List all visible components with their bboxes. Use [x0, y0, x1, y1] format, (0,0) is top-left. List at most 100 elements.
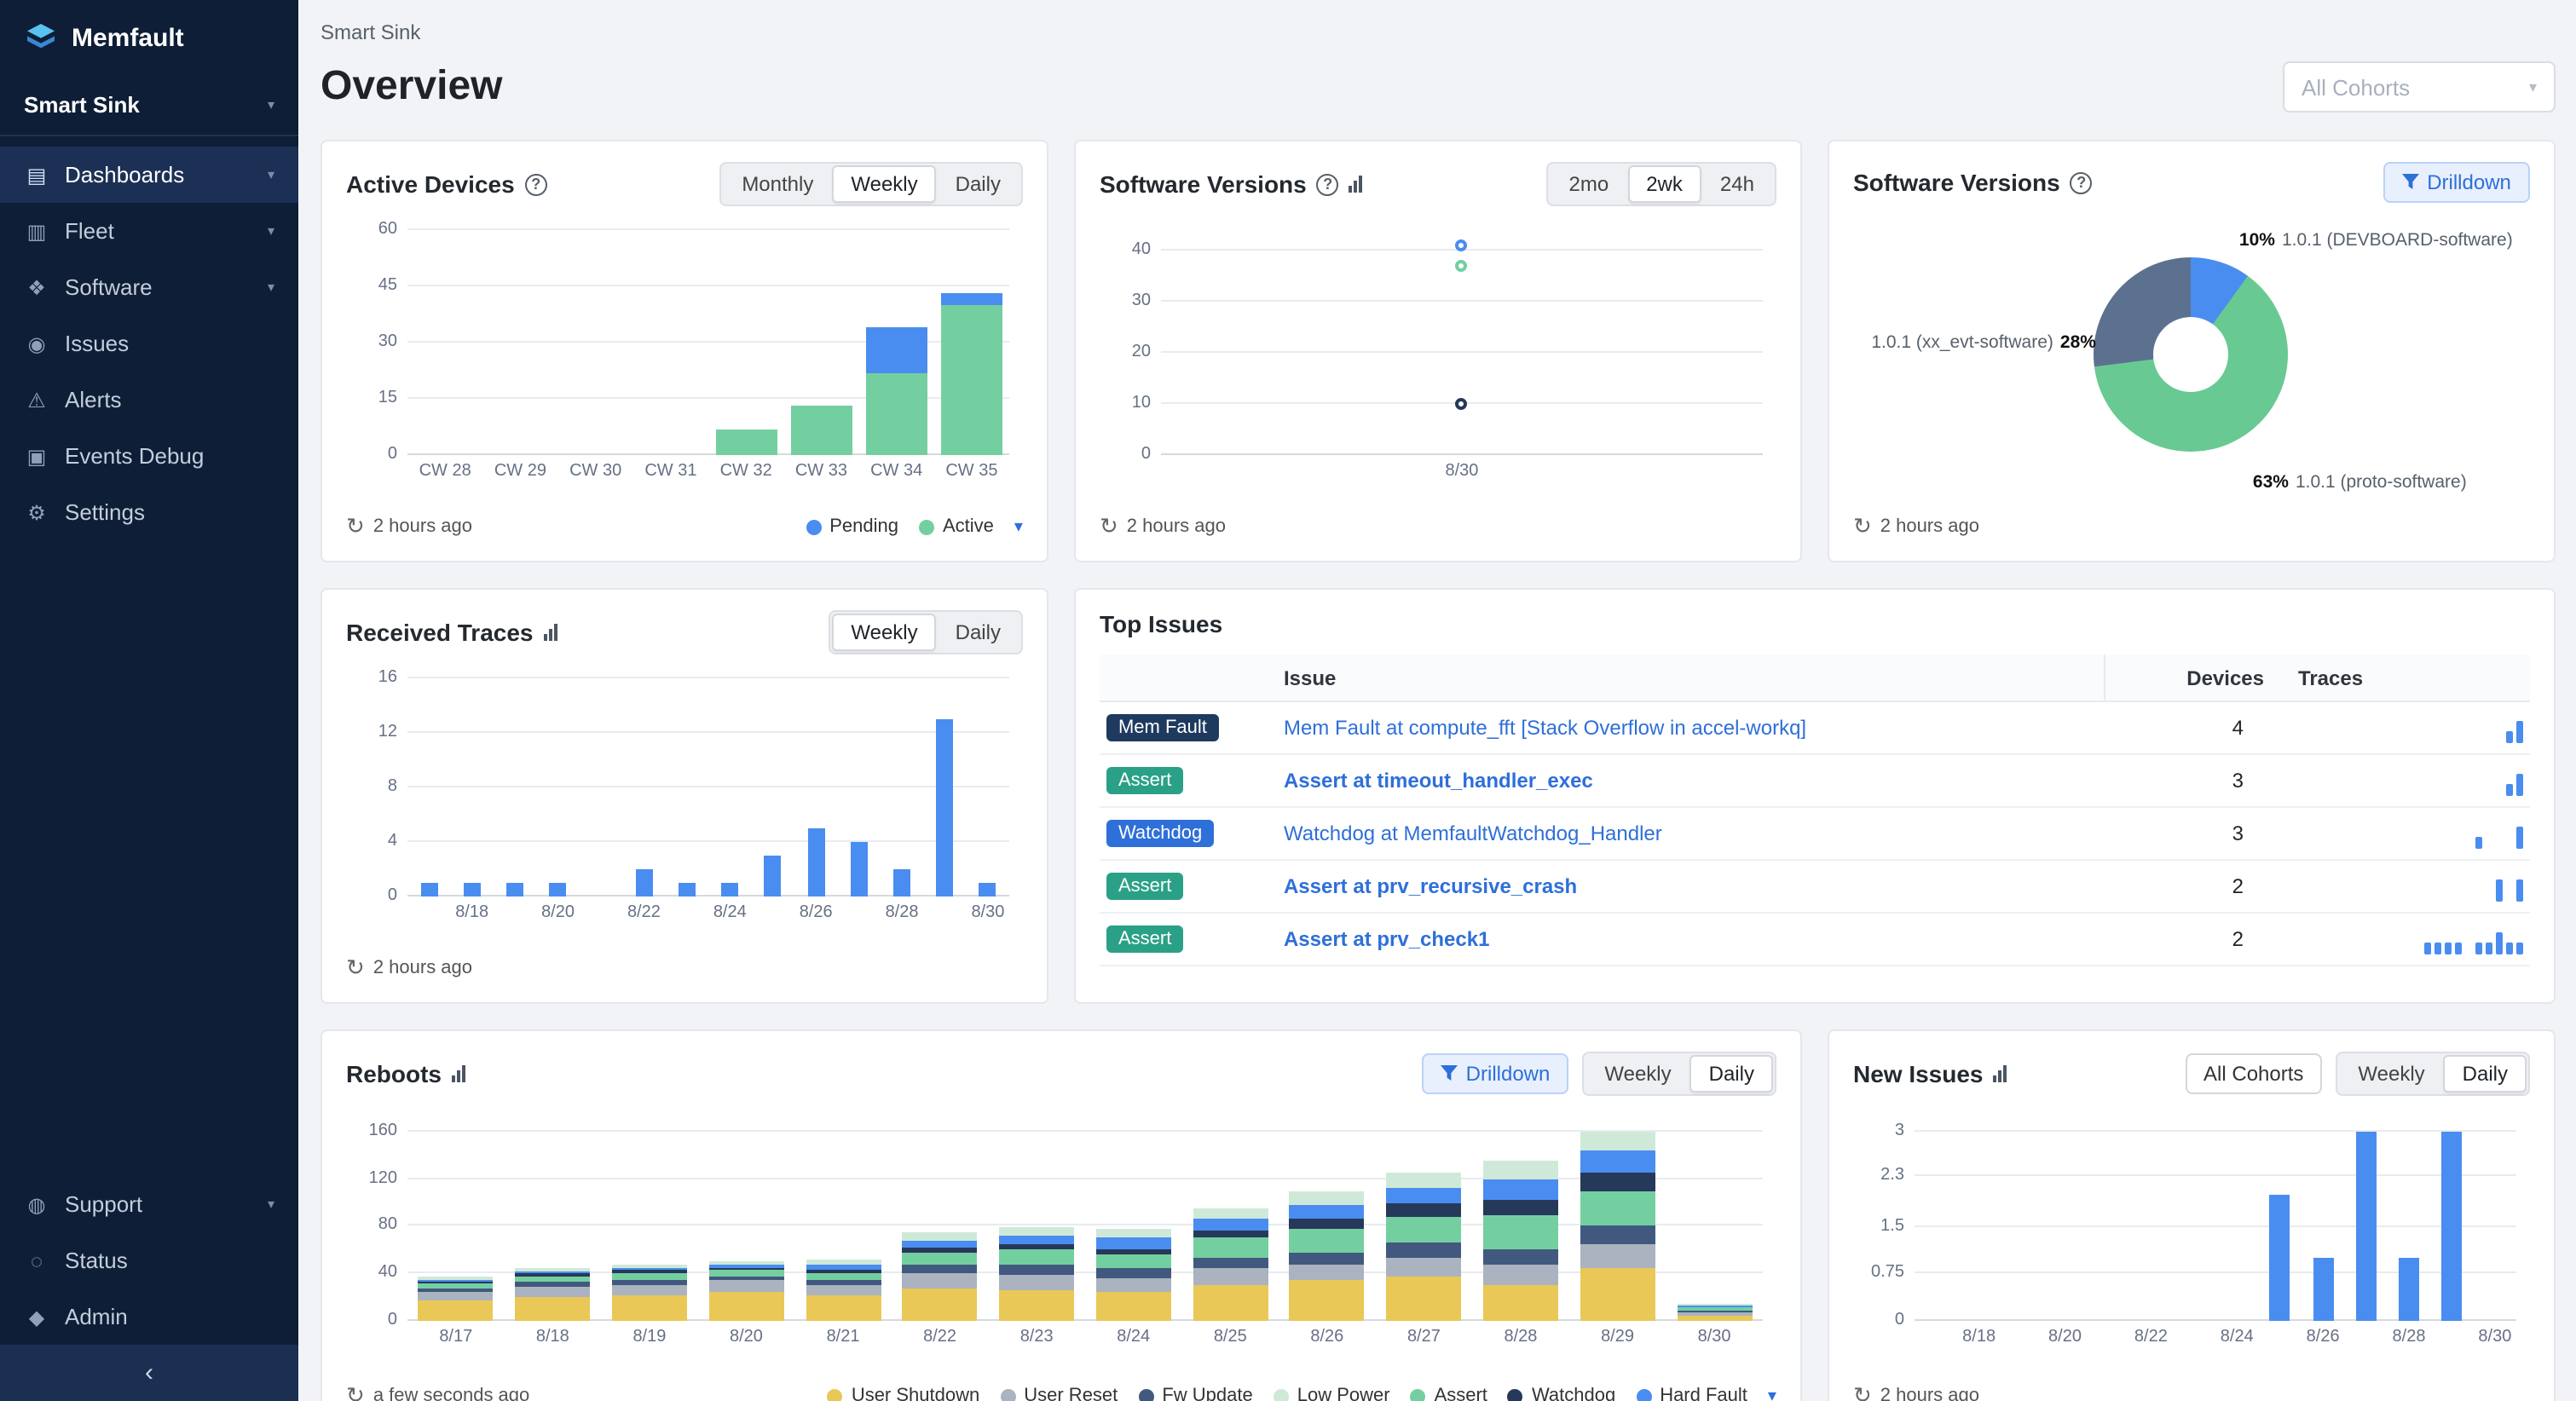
sidebar-item-status[interactable]: ◌Status	[0, 1232, 298, 1289]
top-issues-table-header: Issue Devices Traces	[1100, 654, 2530, 702]
issue-link[interactable]: Assert at timeout_handler_exec	[1284, 769, 1593, 793]
y-tick-label: 0	[1853, 1311, 1904, 1329]
reboots-chart[interactable]: 040801201608/178/188/198/208/218/228/238…	[407, 1120, 1763, 1346]
toggle-monthly[interactable]: Monthly	[723, 165, 832, 203]
refresh-icon[interactable]: ↻	[1853, 513, 1872, 540]
toggle-daily[interactable]: Daily	[2444, 1055, 2527, 1093]
issue-link[interactable]: Assert at prv_recursive_crash	[1284, 874, 1577, 898]
refresh-icon[interactable]: ↻	[346, 954, 365, 982]
breadcrumb[interactable]: Smart Sink	[321, 20, 2556, 44]
bar-column	[837, 678, 880, 897]
project-selector[interactable]: Smart Sink ▾	[0, 75, 298, 136]
x-tick-label	[752, 903, 794, 922]
issue-row[interactable]: AssertAssert at prv_recursive_crash2	[1100, 861, 2530, 914]
all-cohorts-button[interactable]: All Cohorts	[2185, 1053, 2322, 1094]
support-icon: ◍	[24, 1192, 49, 1216]
toggle-2wk[interactable]: 2wk	[1627, 165, 1701, 203]
help-icon[interactable]: ?	[1317, 173, 1339, 195]
software-versions-donut-area[interactable]: 10%1.0.1 (DEVBOARD-software)63%1.0.1 (pr…	[1853, 220, 2530, 510]
x-tick-label: 8/30	[1666, 1328, 1763, 1346]
refresh-icon[interactable]: ↻	[1853, 1382, 1872, 1401]
bar-column	[407, 678, 450, 897]
legend-item: Watchdog	[1508, 1386, 1615, 1401]
cohorts-select[interactable]: All Cohorts ▾	[2283, 61, 2556, 112]
received_traces-plot[interactable]: 0481216	[407, 678, 1009, 897]
bar-column	[2474, 1120, 2516, 1321]
sidebar-collapse-button[interactable]: ‹	[0, 1345, 298, 1401]
issue-link[interactable]: Assert at prv_check1	[1284, 927, 1490, 951]
toggle-daily[interactable]: Daily	[1690, 1055, 1773, 1093]
spark-bar	[2455, 943, 2462, 954]
y-tick-label: 1.5	[1853, 1216, 1904, 1235]
sidebar-item-events-debug[interactable]: ▣Events Debug	[0, 428, 298, 484]
bar-column	[2001, 1120, 2043, 1321]
bar-segment	[1290, 1264, 1365, 1280]
bar-segment	[1483, 1216, 1558, 1249]
active-devices-chart[interactable]: 015304560CW 28CW 29CW 30CW 31CW 32CW 33C…	[407, 230, 1009, 481]
bar-column	[407, 230, 482, 455]
toggle-daily[interactable]: Daily	[937, 165, 1019, 203]
x-tick-label: 8/20	[536, 903, 579, 922]
issue-row[interactable]: AssertAssert at timeout_handler_exec3	[1100, 755, 2530, 808]
sidebar-item-support[interactable]: ◍Support▾	[0, 1176, 298, 1232]
software-versions-donut-chart[interactable]	[2094, 257, 2289, 452]
issue-link[interactable]: Mem Fault at compute_fft [Stack Overflow…	[1284, 716, 1806, 740]
chart-icon	[452, 1065, 465, 1082]
bar-column	[505, 1120, 602, 1321]
toggle-weekly[interactable]: Weekly	[832, 614, 936, 651]
status-icon: ◌	[24, 1248, 49, 1272]
software-versions-scatter-chart[interactable]: 0102030408/30	[1161, 230, 1763, 481]
logo[interactable]: Memfault	[0, 0, 298, 75]
sidebar-item-software[interactable]: ❖Software▾	[0, 259, 298, 315]
legend-expand-chevron-icon[interactable]: ▾	[1014, 517, 1023, 536]
y-tick-label: 0	[346, 445, 397, 464]
toggle-24h[interactable]: 24h	[1701, 165, 1773, 203]
bar-segment	[1677, 1316, 1752, 1321]
toggle-weekly[interactable]: Weekly	[2339, 1055, 2443, 1093]
active_devices-plot[interactable]: 015304560	[407, 230, 1009, 455]
sidebar-item-admin[interactable]: ◆Admin	[0, 1289, 298, 1345]
bar-segment	[1483, 1248, 1558, 1265]
sidebar-item-label: Fleet	[65, 218, 114, 244]
refresh-icon[interactable]: ↻	[346, 1382, 365, 1401]
toggle-weekly[interactable]: Weekly	[1585, 1055, 1689, 1093]
toggle-2mo[interactable]: 2mo	[1551, 165, 1628, 203]
drilldown-button[interactable]: Drilldown	[1422, 1053, 1569, 1094]
issue-row[interactable]: WatchdogWatchdog at MemfaultWatchdog_Han…	[1100, 808, 2530, 861]
y-tick-label: 120	[346, 1168, 397, 1187]
issue-link[interactable]: Watchdog at MemfaultWatchdog_Handler	[1284, 822, 1662, 845]
toggle-weekly[interactable]: Weekly	[832, 165, 936, 203]
sidebar: Memfault Smart Sink ▾ ▤Dashboards▾▥Fleet…	[0, 0, 298, 1401]
sidebar-item-alerts[interactable]: ⚠Alerts	[0, 372, 298, 428]
help-icon[interactable]: ?	[525, 173, 547, 195]
software_versions_scatter-plot[interactable]: 010203040	[1161, 230, 1763, 455]
help-icon[interactable]: ?	[2071, 171, 2093, 193]
sidebar-item-issues[interactable]: ◉Issues	[0, 315, 298, 372]
sidebar-item-label: Issues	[65, 331, 129, 356]
reboots-plot[interactable]: 04080120160	[407, 1120, 1763, 1321]
bar-segment	[903, 1274, 978, 1289]
x-tick-label: CW 28	[407, 462, 482, 481]
refresh-icon[interactable]: ↻	[1100, 513, 1118, 540]
x-tick-label	[580, 903, 622, 922]
sidebar-item-dashboards[interactable]: ▤Dashboards▾	[0, 147, 298, 203]
bar-column	[536, 678, 579, 897]
bar-segment	[464, 883, 481, 897]
legend-dot	[919, 519, 934, 534]
sidebar-item-settings[interactable]: ⚙Settings	[0, 484, 298, 540]
sidebar-item-fleet[interactable]: ▥Fleet▾	[0, 203, 298, 259]
received-traces-chart[interactable]: 04812168/188/208/228/248/268/288/30	[407, 678, 1009, 922]
dashboards-icon: ▤	[24, 163, 49, 187]
donut-hole	[2154, 317, 2229, 392]
legend-expand-chevron-icon[interactable]: ▾	[1768, 1387, 1776, 1401]
drilldown-button[interactable]: Drilldown	[2383, 162, 2530, 203]
issue-row[interactable]: AssertAssert at prv_check12	[1100, 914, 2530, 966]
issue-row[interactable]: Mem FaultMem Fault at compute_fft [Stack…	[1100, 702, 2530, 755]
new-issues-chart[interactable]: 00.751.52.338/188/208/228/248/268/288/30	[1915, 1120, 2516, 1346]
refresh-icon[interactable]: ↻	[346, 513, 365, 540]
toggle-daily[interactable]: Daily	[937, 614, 1019, 651]
y-tick-label: 16	[346, 668, 397, 687]
new_issues-plot[interactable]: 00.751.52.33	[1915, 1120, 2516, 1321]
legend-item: Fw Update	[1138, 1386, 1252, 1401]
donut-annotation-label: 1.0.1 (xx_evt-software)	[1871, 332, 2053, 353]
